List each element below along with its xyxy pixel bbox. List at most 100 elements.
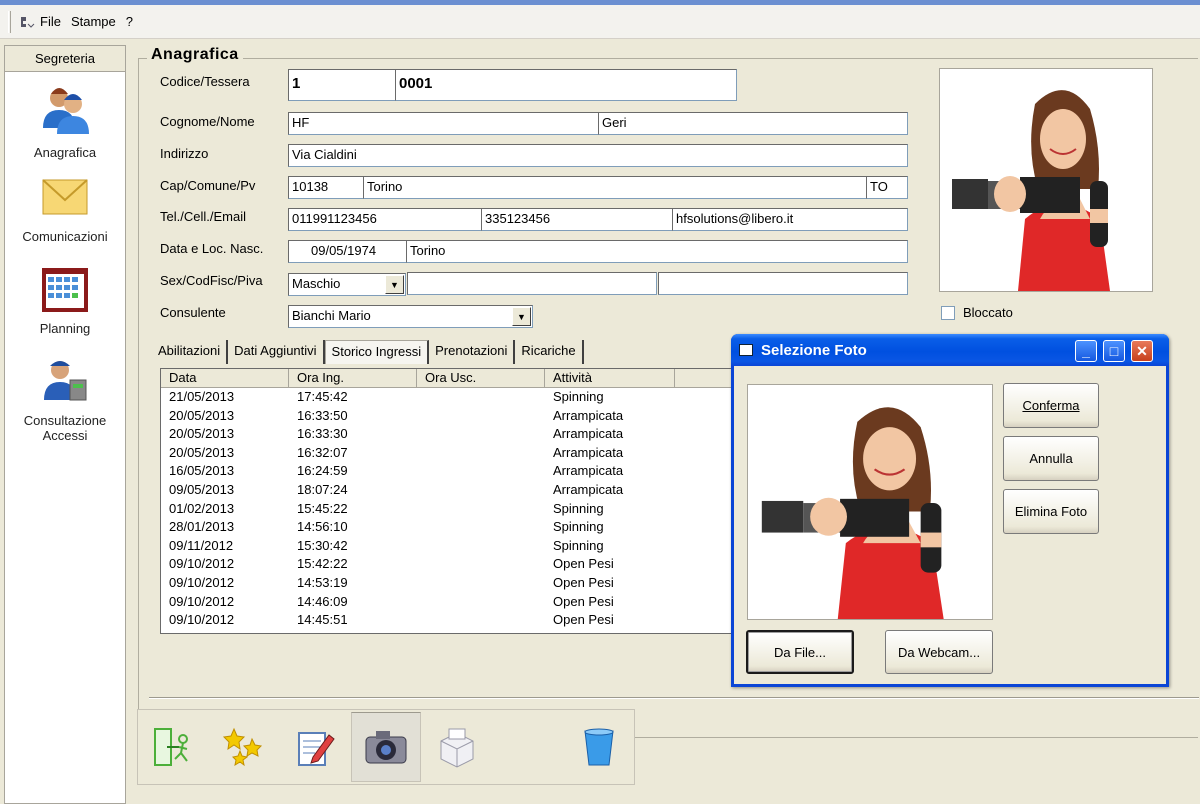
- sesso-value: Maschio: [292, 276, 341, 291]
- bloccato-checkbox[interactable]: [941, 306, 955, 320]
- table-row[interactable]: 20/05/2013 16:32:07 Arrampicata: [161, 444, 739, 463]
- tab-prenotazioni[interactable]: Prenotazioni: [429, 340, 516, 364]
- member-photo[interactable]: [939, 68, 1153, 292]
- codice-fiscale-field[interactable]: [407, 272, 657, 295]
- table-cell: Arrampicata: [553, 426, 624, 442]
- da-webcam-button[interactable]: Da Webcam...: [885, 630, 993, 674]
- bloccato-label: Bloccato: [963, 305, 1013, 320]
- column-header-ora-ingresso[interactable]: Ora Ing.: [289, 369, 417, 388]
- comune-field[interactable]: Torino: [363, 176, 867, 199]
- minimize-icon[interactable]: _: [1075, 340, 1097, 362]
- exit-icon: [154, 728, 189, 766]
- storico-ingressi-list[interactable]: Data Ora Ing. Ora Usc. Attività 21/05/20…: [160, 368, 740, 634]
- sidebar-item-comunicazioni[interactable]: Comunicazioni: [5, 172, 125, 244]
- menu-file[interactable]: File: [35, 14, 66, 29]
- indirizzo-field[interactable]: Via Cialdini: [288, 144, 908, 167]
- exit-button[interactable]: [138, 712, 209, 782]
- menu-help[interactable]: ?: [121, 14, 138, 29]
- camera-icon: [365, 731, 407, 764]
- conferma-button[interactable]: Conferma: [1003, 383, 1099, 428]
- provincia-field[interactable]: TO: [866, 176, 908, 199]
- table-row[interactable]: 28/01/2013 14:56:10 Spinning: [161, 518, 739, 537]
- table-row[interactable]: 09/10/2012 14:45:51 Open Pesi: [161, 611, 739, 630]
- table-cell: 09/10/2012: [169, 556, 235, 572]
- table-cell: 09/10/2012: [169, 612, 235, 628]
- table-row[interactable]: 09/10/2012 15:42:22 Open Pesi: [161, 555, 739, 574]
- tab-abilitazioni[interactable]: Abilitazioni: [152, 340, 229, 364]
- sesso-select[interactable]: Maschio ▼: [288, 273, 406, 296]
- table-cell: Open Pesi: [553, 612, 614, 628]
- table-row[interactable]: 20/05/2013 16:33:50 Arrampicata: [161, 407, 739, 426]
- annulla-label: Annulla: [1029, 451, 1073, 466]
- table-cell: 16/05/2013: [169, 463, 235, 479]
- cognome-field[interactable]: HF: [288, 112, 599, 135]
- email-field[interactable]: hfsolutions@libero.it: [672, 208, 908, 231]
- label-tel-cell-email: Tel./Cell./Email: [160, 209, 246, 224]
- table-cell: 16:24:59: [297, 463, 348, 479]
- access-control-icon: [5, 356, 125, 409]
- cellulare-field[interactable]: 335123456: [481, 208, 673, 231]
- menu-stampe[interactable]: Stampe: [66, 14, 121, 29]
- table-cell: 09/10/2012: [169, 574, 235, 590]
- print-button[interactable]: [421, 712, 492, 782]
- da-file-button[interactable]: Da File...: [746, 630, 854, 674]
- sidebar-item-label: Consultazione Accessi: [23, 413, 107, 443]
- elimina-foto-label: Elimina Foto: [1014, 504, 1088, 519]
- partita-iva-field[interactable]: [658, 272, 908, 295]
- table-cell: 14:46:09: [297, 593, 348, 609]
- new-button[interactable]: [209, 712, 280, 782]
- column-header-attivita[interactable]: Attività: [545, 369, 675, 388]
- table-row[interactable]: 09/11/2012 15:30:42 Spinning: [161, 537, 739, 556]
- table-cell: [417, 407, 545, 426]
- edit-button[interactable]: [280, 712, 351, 782]
- tab-storico-ingressi[interactable]: Storico Ingressi: [324, 340, 430, 364]
- table-row[interactable]: 21/05/2013 17:45:42 Spinning: [161, 388, 739, 407]
- envelope-icon: [5, 172, 125, 225]
- label-codice: Codice/Tessera: [160, 74, 250, 89]
- tab-ricariche[interactable]: Ricariche: [515, 340, 584, 364]
- camera-button[interactable]: [350, 712, 422, 782]
- list-header: Data Ora Ing. Ora Usc. Attività: [161, 369, 739, 388]
- telefono-field[interactable]: 011991123456: [288, 208, 482, 231]
- table-row[interactable]: 01/02/2013 15:45:22 Spinning: [161, 500, 739, 519]
- delete-button[interactable]: [563, 712, 634, 782]
- table-row[interactable]: 09/10/2012 14:46:09 Open Pesi: [161, 593, 739, 612]
- table-cell: [417, 500, 545, 519]
- window-icon: [739, 344, 753, 356]
- nome-field[interactable]: Geri: [598, 112, 908, 135]
- tab-dati-aggiuntivi[interactable]: Dati Aggiuntivi: [228, 340, 325, 364]
- sidebar-item-anagrafica[interactable]: Anagrafica: [5, 82, 125, 160]
- table-row[interactable]: 20/05/2013 16:33:30 Arrampicata: [161, 425, 739, 444]
- column-header-ora-uscita[interactable]: Ora Usc.: [417, 369, 545, 388]
- edit-icon: [298, 732, 335, 766]
- data-nascita-field[interactable]: 09/05/1974: [288, 240, 407, 263]
- chevron-down-icon[interactable]: ▼: [512, 307, 531, 326]
- column-header-data[interactable]: Data: [161, 369, 289, 388]
- maximize-icon[interactable]: □: [1103, 340, 1125, 362]
- tessera-field[interactable]: 0001: [395, 69, 737, 101]
- table-cell: 18:07:24: [297, 481, 348, 497]
- table-cell: 14:45:51: [297, 612, 348, 628]
- close-icon[interactable]: ✕: [1131, 340, 1153, 362]
- app-menu-icon[interactable]: [19, 15, 35, 29]
- chevron-down-icon[interactable]: ▼: [385, 275, 404, 294]
- elimina-foto-button[interactable]: Elimina Foto: [1003, 489, 1099, 534]
- codice-field[interactable]: 1: [288, 69, 396, 101]
- dialog-title-bar[interactable]: Selezione Foto _ □ ✕: [731, 334, 1169, 366]
- table-row[interactable]: 09/05/2013 18:07:24 Arrampicata: [161, 481, 739, 500]
- photo-preview: [747, 384, 993, 620]
- table-cell: Arrampicata: [553, 407, 624, 423]
- cap-field[interactable]: 10138: [288, 176, 364, 199]
- column-header-filler: [675, 369, 739, 388]
- label-consulente: Consulente: [160, 305, 226, 320]
- luogo-nascita-field[interactable]: Torino: [406, 240, 908, 263]
- sidebar-item-planning[interactable]: Planning: [5, 266, 125, 336]
- table-row[interactable]: 09/10/2012 14:53:19 Open Pesi: [161, 574, 739, 593]
- consulente-select[interactable]: Bianchi Mario ▼: [288, 305, 533, 328]
- table-cell: 16:33:30: [297, 426, 348, 442]
- sidebar-item-consultazione-accessi[interactable]: Consultazione Accessi: [5, 356, 125, 443]
- annulla-button[interactable]: Annulla: [1003, 436, 1099, 481]
- sidebar-header[interactable]: Segreteria: [5, 46, 125, 72]
- table-cell: Spinning: [553, 389, 604, 404]
- table-row[interactable]: 16/05/2013 16:24:59 Arrampicata: [161, 462, 739, 481]
